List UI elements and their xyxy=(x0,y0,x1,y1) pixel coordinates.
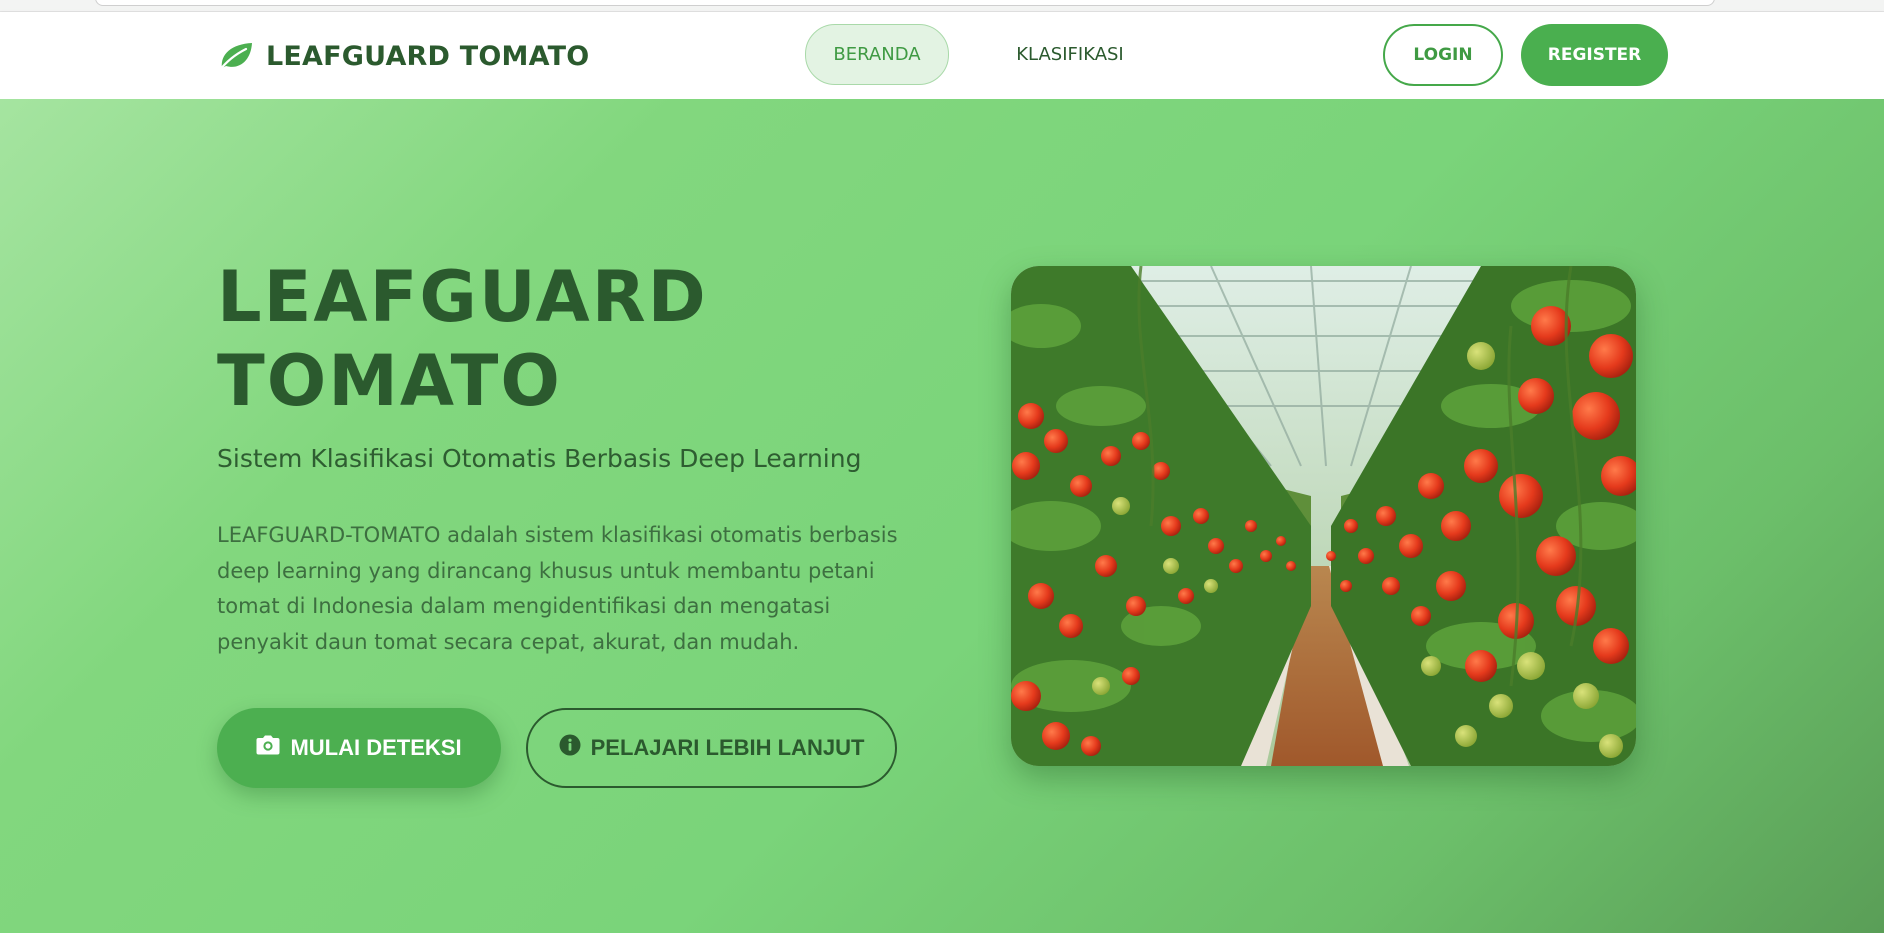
start-detection-label: MULAI DETEKSI xyxy=(290,735,462,760)
greenhouse-tomato-image xyxy=(1011,266,1636,766)
nav-item-klasifikasi[interactable]: KLASIFIKASI xyxy=(1000,24,1140,85)
hero-section: LEAFGUARD TOMATO Sistem Klasifikasi Otom… xyxy=(0,99,1884,933)
nav-item-beranda[interactable]: BERANDA xyxy=(805,24,949,85)
hero-subtitle: Sistem Klasifikasi Otomatis Berbasis Dee… xyxy=(217,444,862,473)
navbar: LEAFGUARD TOMATO BERANDA KLASIFIKASI LOG… xyxy=(0,12,1884,99)
hero-title: LEAFGUARD TOMATO xyxy=(217,255,817,423)
login-button[interactable]: LOGIN xyxy=(1383,24,1503,86)
brand[interactable]: LEAFGUARD TOMATO xyxy=(216,38,589,74)
learn-more-button[interactable]: PELAJARI LEBIH LANJUT xyxy=(526,708,897,788)
leaf-icon xyxy=(216,40,254,72)
start-detection-button[interactable]: MULAI DETEKSI xyxy=(217,708,501,788)
register-button[interactable]: REGISTER xyxy=(1521,24,1668,86)
hero-title-line2: TOMATO xyxy=(217,340,562,422)
address-bar-edge xyxy=(95,0,1715,6)
learn-more-label: PELAJARI LEBIH LANJUT xyxy=(590,735,865,760)
hero-description: LEAFGUARD-TOMATO adalah sistem klasifika… xyxy=(217,523,898,654)
browser-strip xyxy=(0,0,1884,12)
hero-title-line1: LEAFGUARD xyxy=(217,256,708,338)
brand-name: LEAFGUARD TOMATO xyxy=(266,40,590,72)
info-icon xyxy=(559,734,581,762)
camera-icon xyxy=(256,735,280,761)
